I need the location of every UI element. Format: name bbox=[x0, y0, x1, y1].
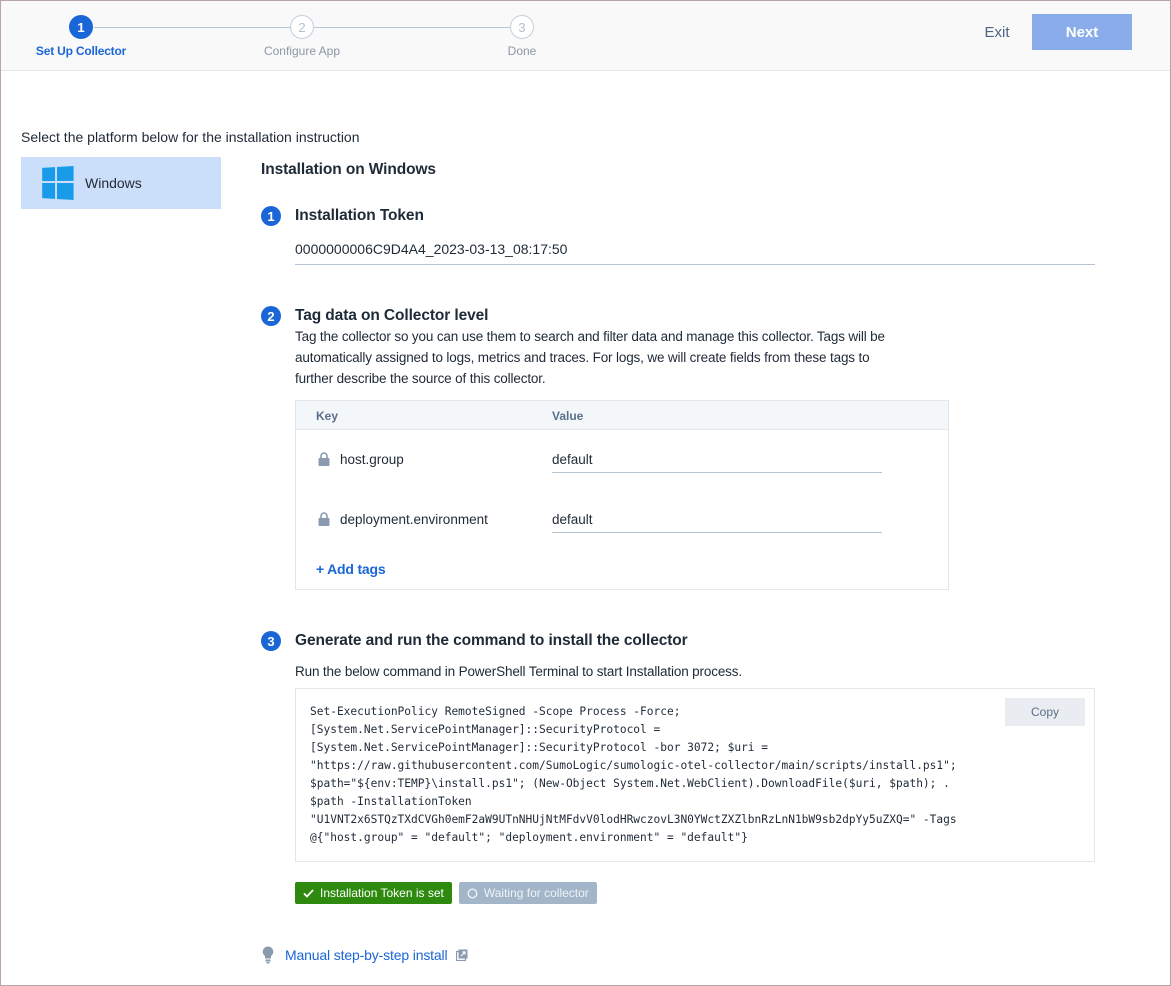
waiting-label: Waiting for collector bbox=[483, 886, 589, 900]
column-header-value: Value bbox=[552, 409, 584, 423]
tags-table: Key Value host.group default deployment.… bbox=[295, 400, 949, 590]
external-link-icon[interactable] bbox=[456, 949, 468, 961]
step-done: 3 Done bbox=[462, 15, 582, 58]
lightbulb-icon bbox=[262, 946, 274, 964]
generate-command-title: Generate and run the command to install … bbox=[295, 632, 688, 649]
next-button[interactable]: Next bbox=[1032, 14, 1132, 50]
command-box: Set-ExecutionPolicy RemoteSigned -Scope … bbox=[295, 688, 1095, 862]
tag-key: deployment.environment bbox=[340, 512, 488, 527]
step-label: Done bbox=[507, 44, 537, 58]
platform-label: Windows bbox=[85, 175, 142, 191]
step-number: 3 bbox=[510, 15, 534, 39]
tag-data-description: Tag the collector so you can use them to… bbox=[295, 329, 885, 386]
step-configure-app: 2 Configure App bbox=[242, 15, 362, 58]
tag-value-input[interactable]: default bbox=[552, 506, 882, 533]
token-set-badge: Installation Token is set bbox=[295, 882, 452, 904]
step-number: 1 bbox=[69, 15, 93, 39]
exit-button[interactable]: Exit bbox=[971, 15, 1023, 49]
lock-icon bbox=[318, 452, 330, 466]
step-1-badge: 1 bbox=[261, 206, 281, 226]
checkmark-icon bbox=[303, 888, 314, 898]
tag-row: deployment.environment default bbox=[296, 506, 948, 546]
step-3-badge: 3 bbox=[261, 631, 281, 651]
tag-data-title: Tag data on Collector level bbox=[295, 307, 489, 324]
spinner-icon bbox=[467, 887, 478, 899]
step-2-badge: 2 bbox=[261, 306, 281, 326]
tag-value-input[interactable]: default bbox=[552, 446, 882, 473]
page-title: Installation on Windows bbox=[261, 161, 436, 178]
windows-logo-icon bbox=[42, 166, 74, 200]
step-number: 2 bbox=[290, 15, 314, 39]
wizard-header: 1 Set Up Collector 2 Configure App 3 Don… bbox=[1, 1, 1170, 71]
tags-table-header: Key Value bbox=[296, 401, 948, 430]
installation-token-title: Installation Token bbox=[295, 207, 424, 224]
manual-install-row: Manual step-by-step install bbox=[262, 946, 468, 964]
step-label: Configure App bbox=[263, 44, 341, 58]
lock-icon bbox=[318, 512, 330, 526]
manual-install-link[interactable]: Manual step-by-step install bbox=[285, 947, 448, 963]
platform-option-windows[interactable]: Windows bbox=[21, 157, 221, 209]
column-header-key: Key bbox=[316, 409, 339, 423]
status-badges: Installation Token is set Waiting for co… bbox=[295, 882, 597, 904]
step-set-up-collector: 1 Set Up Collector bbox=[21, 15, 141, 58]
step-label: Set Up Collector bbox=[35, 44, 127, 58]
waiting-for-collector-badge: Waiting for collector bbox=[458, 882, 597, 904]
tag-key: host.group bbox=[340, 452, 404, 467]
run-command-description: Run the below command in PowerShell Term… bbox=[295, 664, 742, 679]
installation-token-field[interactable]: 0000000006C9D4A4_2023-03-13_08:17:50 bbox=[295, 241, 1095, 265]
copy-button[interactable]: Copy bbox=[1005, 698, 1085, 726]
token-set-label: Installation Token is set bbox=[320, 886, 444, 900]
add-tags-link[interactable]: + Add tags bbox=[316, 561, 386, 577]
install-command-text[interactable]: Set-ExecutionPolicy RemoteSigned -Scope … bbox=[310, 703, 1000, 847]
platform-instruction: Select the platform below for the instal… bbox=[21, 129, 360, 145]
tag-row: host.group default bbox=[296, 446, 948, 486]
